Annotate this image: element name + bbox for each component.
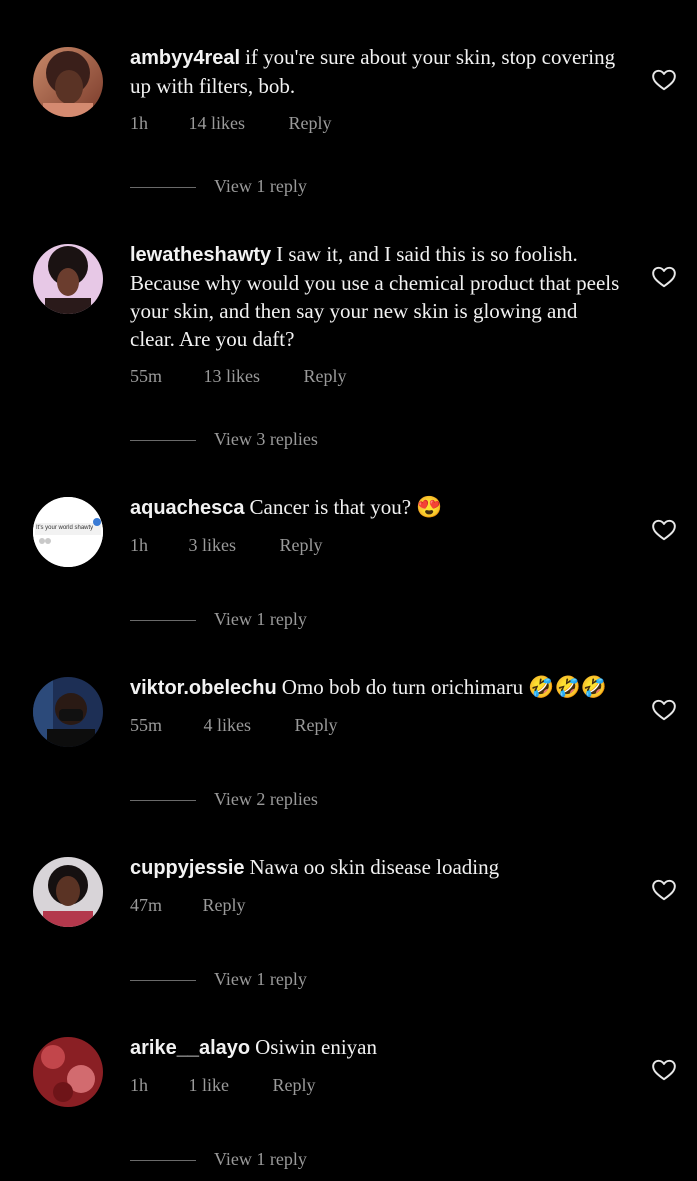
comment-meta: 55m 13 likes Reply — [130, 366, 347, 387]
reply-button[interactable]: Reply — [295, 715, 338, 736]
view-replies-label: View 2 replies — [214, 789, 318, 809]
reply-button[interactable]: Reply — [203, 895, 246, 916]
comment-body: Omo bob do turn orichimaru 🤣🤣🤣 — [281, 675, 607, 699]
comment-likes[interactable]: 13 likes — [204, 366, 261, 387]
comment-time: 1h — [130, 1075, 148, 1095]
heart-outline-icon — [652, 266, 676, 288]
avatar[interactable] — [33, 244, 103, 314]
view-replies-label: View 1 reply — [214, 1149, 307, 1169]
heart-outline-icon — [652, 699, 676, 721]
comment-username[interactable]: lewatheshawty — [130, 244, 271, 266]
comment-likes[interactable]: 1 like — [189, 1075, 230, 1096]
comment-meta: 1h 3 likes Reply — [130, 535, 323, 556]
view-replies-button[interactable]: View 1 reply — [130, 609, 307, 633]
avatar[interactable] — [33, 1037, 103, 1107]
comment-text: ambyy4real if you're sure about your skin… — [130, 43, 625, 100]
like-button[interactable] — [651, 877, 677, 903]
comment-body: Osiwin eniyan — [255, 1035, 378, 1059]
comment-time: 1h — [130, 535, 148, 555]
replies-divider — [130, 1160, 196, 1162]
heart-outline-icon — [652, 1059, 676, 1081]
avatar-image — [33, 497, 103, 567]
reply-button[interactable]: Reply — [280, 535, 323, 556]
comment-text: aquachesca Cancer is that you? 😍 — [130, 493, 625, 522]
comment-body: Cancer is that you? 😍 — [249, 495, 443, 519]
avatar-image — [33, 857, 103, 927]
like-button[interactable] — [651, 1057, 677, 1083]
avatar-image — [33, 1037, 103, 1107]
comment-likes[interactable]: 3 likes — [189, 535, 237, 556]
comment-likes[interactable]: 14 likes — [189, 113, 246, 134]
replies-divider — [130, 980, 196, 982]
comment-body: Nawa oo skin disease loading — [249, 855, 500, 879]
reply-button[interactable]: Reply — [304, 366, 347, 387]
view-replies-label: View 1 reply — [214, 969, 307, 989]
replies-divider — [130, 440, 196, 442]
comment-meta: 1h 1 like Reply — [130, 1075, 316, 1096]
reply-button[interactable]: Reply — [289, 113, 332, 134]
avatar-image — [33, 244, 103, 314]
avatar[interactable] — [33, 857, 103, 927]
comment-username[interactable]: viktor.obelechu — [130, 677, 277, 699]
avatar[interactable] — [33, 47, 103, 117]
comment-meta: 55m 4 likes Reply — [130, 715, 338, 736]
like-button[interactable] — [651, 67, 677, 93]
avatar-image — [33, 677, 103, 747]
comment-username[interactable]: ambyy4real — [130, 47, 240, 69]
heart-outline-icon — [652, 879, 676, 901]
comment-text: arike__alayo Osiwin eniyan — [130, 1033, 625, 1062]
comment-text: cuppyjessie Nawa oo skin disease loading — [130, 853, 625, 882]
replies-divider — [130, 800, 196, 802]
like-button[interactable] — [651, 517, 677, 543]
comment-meta: 47m Reply — [130, 895, 246, 916]
comment-text: lewatheshawty I saw it, and I said this i… — [130, 240, 625, 353]
comment-time: 55m — [130, 715, 163, 735]
comment-username[interactable]: cuppyjessie — [130, 857, 245, 879]
avatar-image — [33, 47, 103, 117]
view-replies-button[interactable]: View 1 reply — [130, 1149, 307, 1173]
comment-time: 47m — [130, 895, 163, 915]
comment-meta: 1h 14 likes Reply — [130, 113, 332, 134]
heart-outline-icon — [652, 519, 676, 541]
view-replies-label: View 1 reply — [214, 176, 307, 196]
comment-time: 1h — [130, 113, 148, 133]
comment-username[interactable]: aquachesca — [130, 497, 245, 519]
avatar-caption: It's your world shawty — [36, 525, 94, 531]
view-replies-button[interactable]: View 1 reply — [130, 969, 307, 993]
like-button[interactable] — [651, 697, 677, 723]
avatar[interactable] — [33, 677, 103, 747]
replies-divider — [130, 620, 196, 622]
view-replies-button[interactable]: View 1 reply — [130, 176, 307, 200]
view-replies-button[interactable]: View 3 replies — [130, 429, 318, 453]
view-replies-label: View 3 replies — [214, 429, 318, 449]
comment-time: 55m — [130, 366, 163, 386]
comment-likes[interactable]: 4 likes — [204, 715, 252, 736]
view-replies-button[interactable]: View 2 replies — [130, 789, 318, 813]
replies-divider — [130, 187, 196, 189]
comment-username[interactable]: arike__alayo — [130, 1037, 250, 1059]
view-replies-label: View 1 reply — [214, 609, 307, 629]
reply-button[interactable]: Reply — [273, 1075, 316, 1096]
like-button[interactable] — [651, 264, 677, 290]
avatar[interactable]: It's your world shawty — [33, 497, 103, 567]
heart-outline-icon — [652, 69, 676, 91]
comment-text: viktor.obelechu Omo bob do turn orichimar… — [130, 673, 625, 702]
